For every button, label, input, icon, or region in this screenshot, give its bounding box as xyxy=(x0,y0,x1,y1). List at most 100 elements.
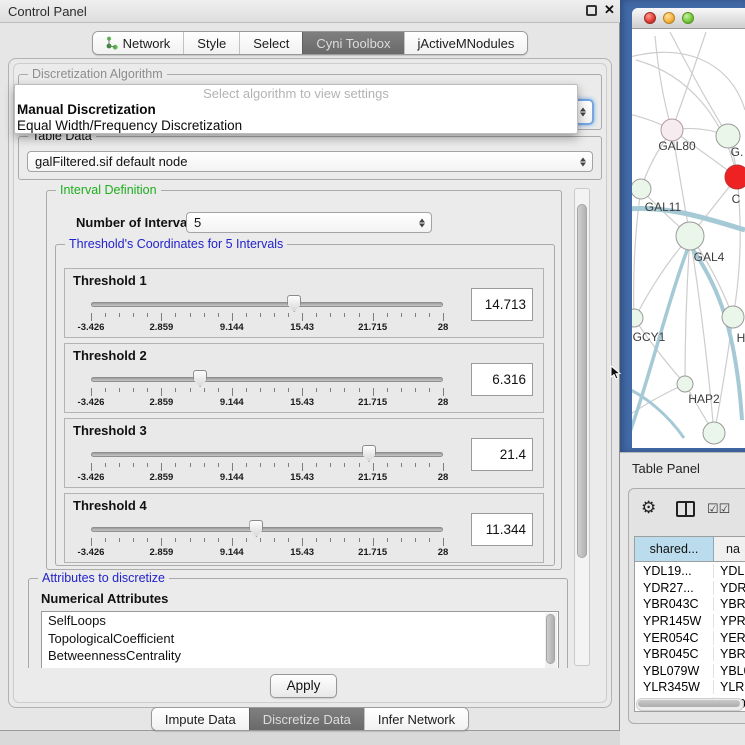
network-edge[interactable] xyxy=(634,318,685,384)
columns-icon[interactable] xyxy=(676,501,695,517)
network-edge[interactable] xyxy=(632,248,688,448)
network-node[interactable] xyxy=(632,179,651,199)
network-edge[interactable] xyxy=(670,32,728,136)
tick-mark xyxy=(105,463,106,467)
close-icon[interactable]: ✕ xyxy=(604,2,615,18)
table-row[interactable]: YDR27...YDR2 xyxy=(635,580,745,597)
tab-infer-network[interactable]: Infer Network xyxy=(364,708,468,730)
table-row[interactable]: YPR145WYPR1 xyxy=(635,613,745,630)
tab-jactivemnodules[interactable]: jActiveMNodules xyxy=(404,32,528,54)
mouse-cursor xyxy=(610,365,622,381)
network-edge[interactable] xyxy=(655,36,672,130)
number-of-intervals-value: 5 xyxy=(194,215,201,230)
dropdown-option[interactable]: Manual Discretization xyxy=(17,102,573,118)
network-window-titlebar[interactable] xyxy=(632,8,745,29)
threshold-title: Threshold 3 xyxy=(73,423,147,438)
dropdown-option[interactable]: Equal Width/Frequency Discretization xyxy=(17,118,573,134)
tick-mark xyxy=(316,463,317,467)
table-horizontal-scrollbar[interactable] xyxy=(636,698,744,711)
dropdown-hint-item[interactable]: Select algorithm to view settings xyxy=(15,86,577,102)
slider-track[interactable] xyxy=(91,377,443,382)
tick-mark xyxy=(260,538,261,542)
tick-mark xyxy=(302,313,303,321)
network-node-label: H xyxy=(737,331,745,345)
tick-mark xyxy=(330,313,331,317)
tick-mark xyxy=(190,388,191,392)
table-row[interactable]: YBR045CYBR0 xyxy=(635,646,745,663)
table-data-combo-value: galFiltered.sif default node xyxy=(35,154,187,169)
tick-mark xyxy=(274,538,275,542)
list-item[interactable]: TopologicalCoefficient xyxy=(42,630,558,648)
network-edge[interactable] xyxy=(632,52,745,110)
slider-thumb[interactable] xyxy=(249,520,263,537)
threshold-value-field[interactable]: 14.713 xyxy=(471,288,533,321)
apply-button[interactable]: Apply xyxy=(270,674,337,698)
network-node[interactable] xyxy=(725,165,745,189)
table-row[interactable]: YLR345WYLR3 xyxy=(635,679,745,696)
algorithm-dropdown-popup: Select algorithm to view settings Manual… xyxy=(14,84,578,134)
tab-cyni-toolbox[interactable]: Cyni Toolbox xyxy=(302,32,403,54)
control-panel-titlebar[interactable]: Control Panel ✕ xyxy=(0,0,620,23)
network-node[interactable] xyxy=(703,422,725,444)
network-node[interactable] xyxy=(722,306,744,328)
attributes-list-scrollbar[interactable] xyxy=(545,613,557,668)
slider-thumb[interactable] xyxy=(193,370,207,387)
threshold-value-field[interactable]: 21.4 xyxy=(471,438,533,471)
cell-shared-name: YBR043C xyxy=(635,597,714,611)
column-header-shared-name[interactable]: shared... xyxy=(635,537,714,562)
slider-track[interactable] xyxy=(91,452,443,457)
minimize-traffic-light-icon[interactable] xyxy=(663,12,675,24)
tab-discretize-data[interactable]: Discretize Data xyxy=(249,708,364,730)
vscrollbar-thumb[interactable] xyxy=(546,614,555,664)
numerical-attributes-list[interactable]: SelfLoopsTopologicalCoefficientBetweenne… xyxy=(41,611,559,668)
tick-mark xyxy=(232,463,233,471)
table-row[interactable]: YBL079WYBL0 xyxy=(635,663,745,680)
hscrollbar-thumb[interactable] xyxy=(638,700,740,707)
threshold-value-field[interactable]: 6.316 xyxy=(471,363,533,396)
checkboxes-icon[interactable]: ☑☑ xyxy=(707,501,730,517)
settings-vertical-scrollbar[interactable] xyxy=(574,188,590,666)
slider-thumb[interactable] xyxy=(362,445,376,462)
threshold-value-field[interactable]: 11.344 xyxy=(471,513,533,546)
tick-mark xyxy=(330,538,331,542)
tick-label: 28 xyxy=(413,472,473,483)
table-row[interactable]: YDL19...YDL1 xyxy=(635,563,745,580)
cell-name: YER0 xyxy=(714,631,745,645)
tick-mark xyxy=(175,388,176,392)
tick-mark xyxy=(190,538,191,542)
number-of-intervals-combobox[interactable]: 5 xyxy=(186,212,432,233)
zoom-traffic-light-icon[interactable] xyxy=(682,12,694,24)
close-traffic-light-icon[interactable] xyxy=(644,12,656,24)
network-node[interactable] xyxy=(632,309,643,327)
network-node[interactable] xyxy=(677,376,693,392)
network-node[interactable] xyxy=(676,222,704,250)
network-canvas[interactable]: GAL80G.CGAL11GAL4GCY1HHAP2 xyxy=(632,28,745,448)
threshold-title: Threshold 1 xyxy=(73,273,147,288)
float-window-icon[interactable] xyxy=(586,5,597,16)
list-item[interactable]: SelfLoops xyxy=(42,612,558,630)
tab-label: Infer Network xyxy=(378,712,455,727)
vscrollbar-thumb[interactable] xyxy=(577,204,587,558)
network-node[interactable] xyxy=(661,119,683,141)
tab-select[interactable]: Select xyxy=(239,32,302,54)
tab-style[interactable]: Style xyxy=(183,32,239,54)
slider-thumb[interactable] xyxy=(287,295,301,312)
interval-definition-group: Interval Definition Number of Intervals … xyxy=(46,190,562,570)
tab-network[interactable]: Network xyxy=(93,32,184,54)
tab-impute-data[interactable]: Impute Data xyxy=(152,708,249,730)
column-header-name[interactable]: na xyxy=(714,537,745,562)
network-node-label: GAL11 xyxy=(645,200,682,214)
slider-track[interactable] xyxy=(91,302,443,307)
table-row[interactable]: YBR043CYBR0 xyxy=(635,596,745,613)
tick-mark xyxy=(274,463,275,467)
list-item[interactable]: BetweennessCentrality xyxy=(42,647,558,665)
gear-icon[interactable]: ⚙ xyxy=(641,498,656,518)
network-node-label: GAL4 xyxy=(694,250,725,264)
slider-track[interactable] xyxy=(91,527,443,532)
threshold-panel: Threshold 2-3.4262.8599.14415.4321.71528… xyxy=(64,343,544,413)
table-data-combobox[interactable]: galFiltered.sif default node xyxy=(27,151,593,172)
network-edge[interactable] xyxy=(632,385,684,438)
network-edge[interactable] xyxy=(636,60,737,177)
table-row[interactable]: YER054CYER0 xyxy=(635,629,745,646)
tick-label: 28 xyxy=(413,322,473,333)
